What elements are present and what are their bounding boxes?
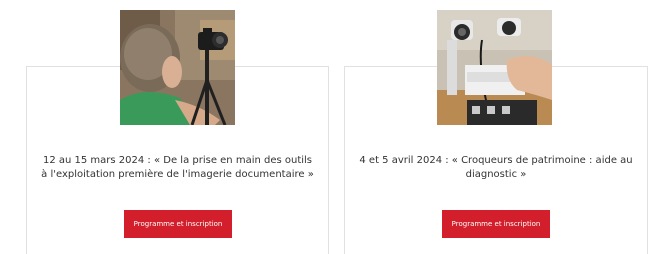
card-1-programme-button[interactable]: Programme et inscription: [124, 210, 232, 238]
card-2-programme-button[interactable]: Programme et inscription: [442, 210, 550, 238]
card-2-title: 4 et 5 avril 2024 : « Croqueurs de patri…: [359, 155, 633, 180]
card-1-image: [120, 10, 235, 125]
training-cards-section: 12 au 15 mars 2024 : « De la prise en ma…: [0, 0, 649, 254]
card-2-image: [437, 10, 552, 125]
card-1-title: 12 au 15 mars 2024 : « De la prise en ma…: [41, 155, 314, 180]
